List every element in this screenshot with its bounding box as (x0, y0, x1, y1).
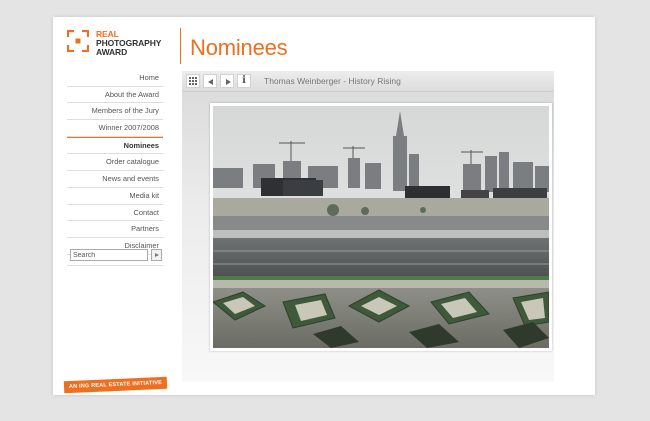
previous-button[interactable] (203, 74, 217, 88)
nav-item-contact[interactable]: Contact (67, 205, 163, 222)
logo-frame-icon (67, 30, 89, 52)
nominee-photo[interactable] (213, 106, 549, 348)
grid-view-button[interactable] (186, 74, 200, 88)
ing-initiative-badge: AN ING REAL ESTATE INITIATIVE (63, 376, 168, 394)
divider (67, 265, 163, 266)
nav-item-winner[interactable]: Winner 2007/2008 (67, 120, 163, 137)
nav-item-media-kit[interactable]: Media kit (67, 188, 163, 205)
logo[interactable]: REAL PHOTOGRAPHY AWARD (67, 30, 177, 58)
search-submit-arrow-icon[interactable] (151, 249, 162, 261)
nav-item-nominees[interactable]: Nominees (67, 136, 163, 155)
gallery-toolbar: i Thomas Weinberger - History Rising (182, 71, 554, 92)
title-divider (180, 28, 181, 64)
nav-item-about[interactable]: About the Award (67, 87, 163, 104)
next-button[interactable] (220, 74, 234, 88)
logo-text: REAL PHOTOGRAPHY AWARD (96, 30, 161, 57)
page-title: Nominees (190, 35, 288, 60)
search-box (70, 249, 162, 261)
info-button[interactable]: i (237, 74, 251, 88)
info-icon: i (242, 75, 246, 86)
nav-item-home[interactable]: Home (67, 70, 163, 87)
nav-item-news[interactable]: News and events (67, 171, 163, 188)
prev-icon (207, 78, 213, 85)
nav-item-jury[interactable]: Members of the Jury (67, 103, 163, 121)
grid-icon (189, 77, 197, 85)
logo-line-3: AWARD (96, 47, 128, 57)
nav-item-partners[interactable]: Partners (67, 221, 163, 238)
photo-frame (210, 103, 552, 351)
search-input[interactable] (70, 249, 148, 261)
sidebar-nav: Home About the Award Members of the Jury… (67, 70, 163, 255)
next-icon (225, 78, 231, 85)
page: REAL PHOTOGRAPHY AWARD Home About the Aw… (53, 17, 595, 395)
nav-item-order-catalogue[interactable]: Order catalogue (67, 154, 163, 172)
photo-stage (182, 92, 554, 382)
photo-caption: Thomas Weinberger - History Rising (264, 76, 401, 86)
